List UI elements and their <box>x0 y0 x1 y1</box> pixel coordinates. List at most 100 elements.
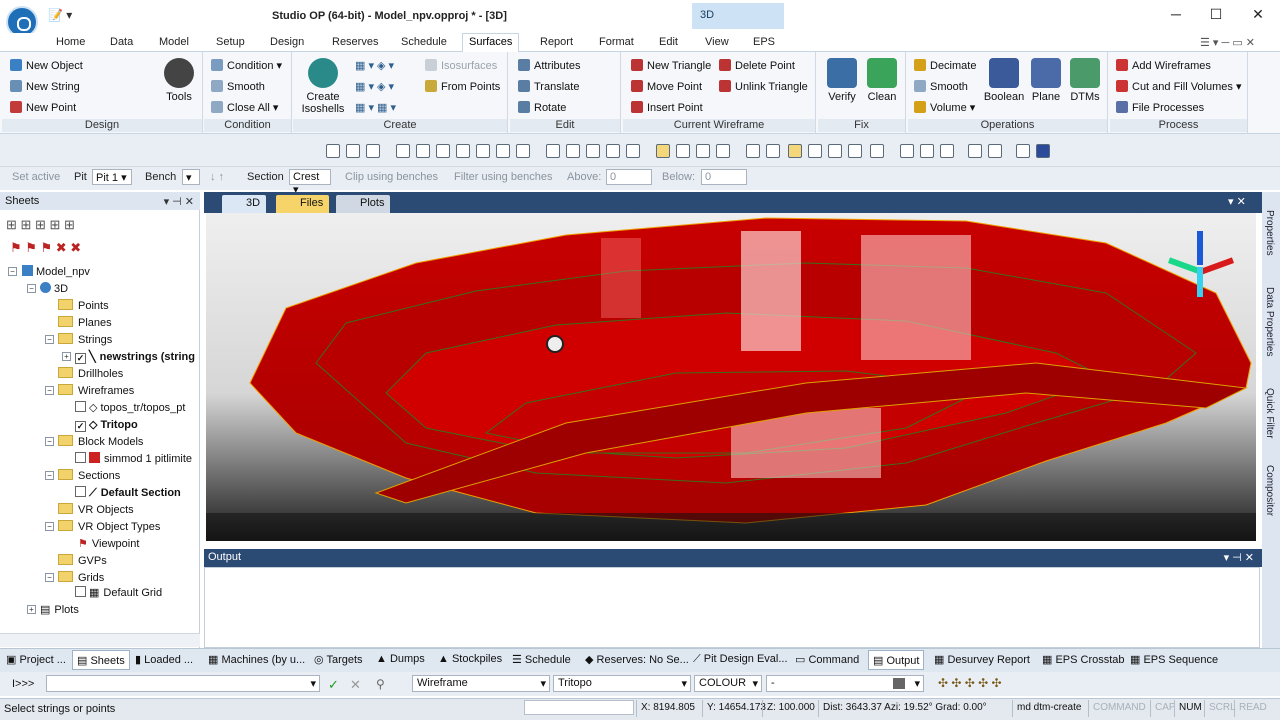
bench-select[interactable]: ▾ <box>182 169 200 185</box>
expander[interactable]: − <box>45 437 54 446</box>
checkbox-icon[interactable] <box>75 452 86 463</box>
tab-eps-sequence[interactable]: ▦ EPS Sequence <box>1130 653 1218 666</box>
expander[interactable]: − <box>45 522 54 531</box>
tree-default-section[interactable]: ⟋ Default Section <box>75 486 181 500</box>
section-slice-4-icon[interactable] <box>848 144 862 158</box>
tab-schedule[interactable]: Schedule <box>401 36 447 48</box>
tree-vr-objects[interactable]: VR Objects <box>58 503 134 516</box>
expander[interactable]: − <box>27 284 36 293</box>
tab-desurvey-report[interactable]: ▦ Desurvey Report <box>934 653 1030 666</box>
zoom-icon[interactable] <box>396 144 410 158</box>
boolean-button[interactable]: Boolean <box>982 58 1026 103</box>
clip-icon[interactable] <box>900 144 914 158</box>
close-all-button[interactable]: Close All ▾ <box>211 101 278 114</box>
output-pin-icon[interactable]: ▾ ⊣ ✕ <box>1224 551 1254 564</box>
tools-button[interactable]: Tools <box>157 58 201 103</box>
snap-grid-icon[interactable] <box>716 144 730 158</box>
expander[interactable]: − <box>45 335 54 344</box>
below-input[interactable]: 0 <box>701 169 747 185</box>
section-slice-2-icon[interactable] <box>808 144 822 158</box>
file-processes-button[interactable]: File Processes <box>1116 101 1204 114</box>
set-active-button[interactable]: Set active <box>12 171 60 183</box>
insert-point-button[interactable]: Insert Point <box>631 101 703 114</box>
tab-dumps[interactable]: ▲ Dumps <box>376 653 425 665</box>
tab-machines[interactable]: ▦ Machines (by u... <box>208 653 305 666</box>
tree-sections[interactable]: Sections <box>58 469 120 482</box>
tab-stockpiles[interactable]: ▲ Stockpiles <box>438 653 502 665</box>
checkbox-icon[interactable] <box>75 486 86 497</box>
tree-drillholes[interactable]: Drillholes <box>58 367 123 380</box>
unlink-triangle-button[interactable]: Unlink Triangle <box>719 80 808 93</box>
sheets-toolbar-row-1[interactable]: ⊞ ⊞ ⊞ ⊞ ⊞ <box>6 217 75 233</box>
view-close-icon[interactable]: ▾ ✕ <box>1228 195 1246 208</box>
tab-home[interactable]: Home <box>56 36 85 48</box>
tab-command[interactable]: ▭ Command <box>795 653 859 666</box>
tree-wireframes[interactable]: Wireframes <box>58 384 134 397</box>
tab-eps[interactable]: EPS <box>753 36 775 48</box>
tree-viewpoint[interactable]: ⚑ Viewpoint <box>78 537 139 550</box>
quick-filter-dock-tab[interactable]: Quick Filter <box>1264 388 1275 439</box>
new-string-button[interactable]: New String <box>10 80 80 93</box>
select-polygon-icon[interactable] <box>606 144 620 158</box>
tree-plots[interactable]: ▤ Plots <box>40 603 79 616</box>
tab-edit[interactable]: Edit <box>659 36 678 48</box>
horizontal-scrollbar[interactable] <box>0 633 200 647</box>
pick-icon[interactable]: ⚲ <box>376 677 385 691</box>
zoom-window-icon[interactable] <box>456 144 470 158</box>
clean-button[interactable]: Clean <box>862 58 902 103</box>
select-window-icon[interactable] <box>586 144 600 158</box>
tree-block-models[interactable]: Block Models <box>58 435 143 448</box>
orbit-icon[interactable] <box>366 144 380 158</box>
create-icon-grid-2[interactable]: ▦ ▾ ◈ ▾ <box>355 80 394 93</box>
tab-output[interactable]: ▤ Output <box>868 650 925 670</box>
tab-reserves-panel[interactable]: ◆ Reserves: No Se... <box>585 653 689 666</box>
add-wireframes-button[interactable]: Add Wireframes <box>1116 59 1211 72</box>
tab-files[interactable]: Files <box>276 195 330 213</box>
lock-icon[interactable] <box>1036 144 1050 158</box>
checkbox-icon[interactable] <box>75 401 86 412</box>
data-properties-dock-tab[interactable]: Data Properties <box>1264 287 1275 356</box>
volume-button[interactable]: Volume ▾ <box>914 101 975 114</box>
zoom-all-icon[interactable] <box>516 144 530 158</box>
3d-viewport[interactable] <box>206 213 1256 541</box>
cancel-icon[interactable]: ✕ <box>350 677 361 693</box>
tree-grids[interactable]: Grids <box>58 571 104 584</box>
tree-planes[interactable]: Planes <box>58 316 112 329</box>
from-points-button[interactable]: From Points <box>425 80 500 93</box>
section-slice-5-icon[interactable] <box>870 144 884 158</box>
tab-project[interactable]: ▣ Project ... <box>6 653 66 666</box>
tree-default-grid[interactable]: ▦ Default Grid <box>75 586 162 599</box>
axis-gizmo[interactable] <box>1164 231 1235 301</box>
select-string-icon[interactable] <box>626 144 640 158</box>
tree-vr-object-types[interactable]: VR Object Types <box>58 520 160 533</box>
attributes-button[interactable]: Attributes <box>518 59 580 72</box>
layer-select[interactable]: Wireframe ▾ <box>412 675 550 692</box>
zoom-previous-icon[interactable] <box>496 144 510 158</box>
panel-pin-icon[interactable]: ▾ ⊣ ✕ <box>164 195 194 208</box>
section-slice-3-icon[interactable] <box>828 144 842 158</box>
tab-setup[interactable]: Setup <box>216 36 245 48</box>
sheets-toolbar-row-2[interactable]: ⚑ ⚑ ⚑ ✖ ✖ <box>10 240 81 256</box>
quick-access-toolbar[interactable]: 📝 ▾ <box>48 8 72 22</box>
object-select[interactable]: Tritopo ▾ <box>553 675 691 692</box>
snap-point-icon[interactable] <box>676 144 690 158</box>
isosurfaces-button[interactable]: Isosurfaces <box>425 59 497 72</box>
move-icon[interactable] <box>546 144 560 158</box>
tab-eps-crosstab[interactable]: ▦ EPS Crosstab <box>1042 653 1125 666</box>
create-isoshells-button[interactable]: Create Isoshells <box>297 58 349 115</box>
tab-model[interactable]: Model <box>159 36 189 48</box>
tab-sheets[interactable]: ▤ Sheets <box>72 650 130 670</box>
above-input[interactable]: 0 <box>606 169 652 185</box>
expander[interactable]: − <box>8 267 17 276</box>
verify-button[interactable]: Verify <box>822 58 862 103</box>
properties-dock-tab[interactable]: Properties <box>1264 210 1275 256</box>
smooth-op-button[interactable]: Smooth <box>914 80 968 93</box>
bench-down-icon[interactable]: ↓ ↑ <box>210 171 224 183</box>
tree-model-npv[interactable]: Model_npv <box>22 265 90 278</box>
rotate-view-icon[interactable] <box>346 144 360 158</box>
cut-fill-button[interactable]: Cut and Fill Volumes ▾ <box>1116 80 1241 93</box>
tab-schedule-panel[interactable]: ☰ Schedule <box>512 653 571 666</box>
zoom-in-icon[interactable] <box>416 144 430 158</box>
filter-benches-button[interactable]: Filter using benches <box>454 171 552 183</box>
section-slice-icon[interactable] <box>788 144 802 158</box>
